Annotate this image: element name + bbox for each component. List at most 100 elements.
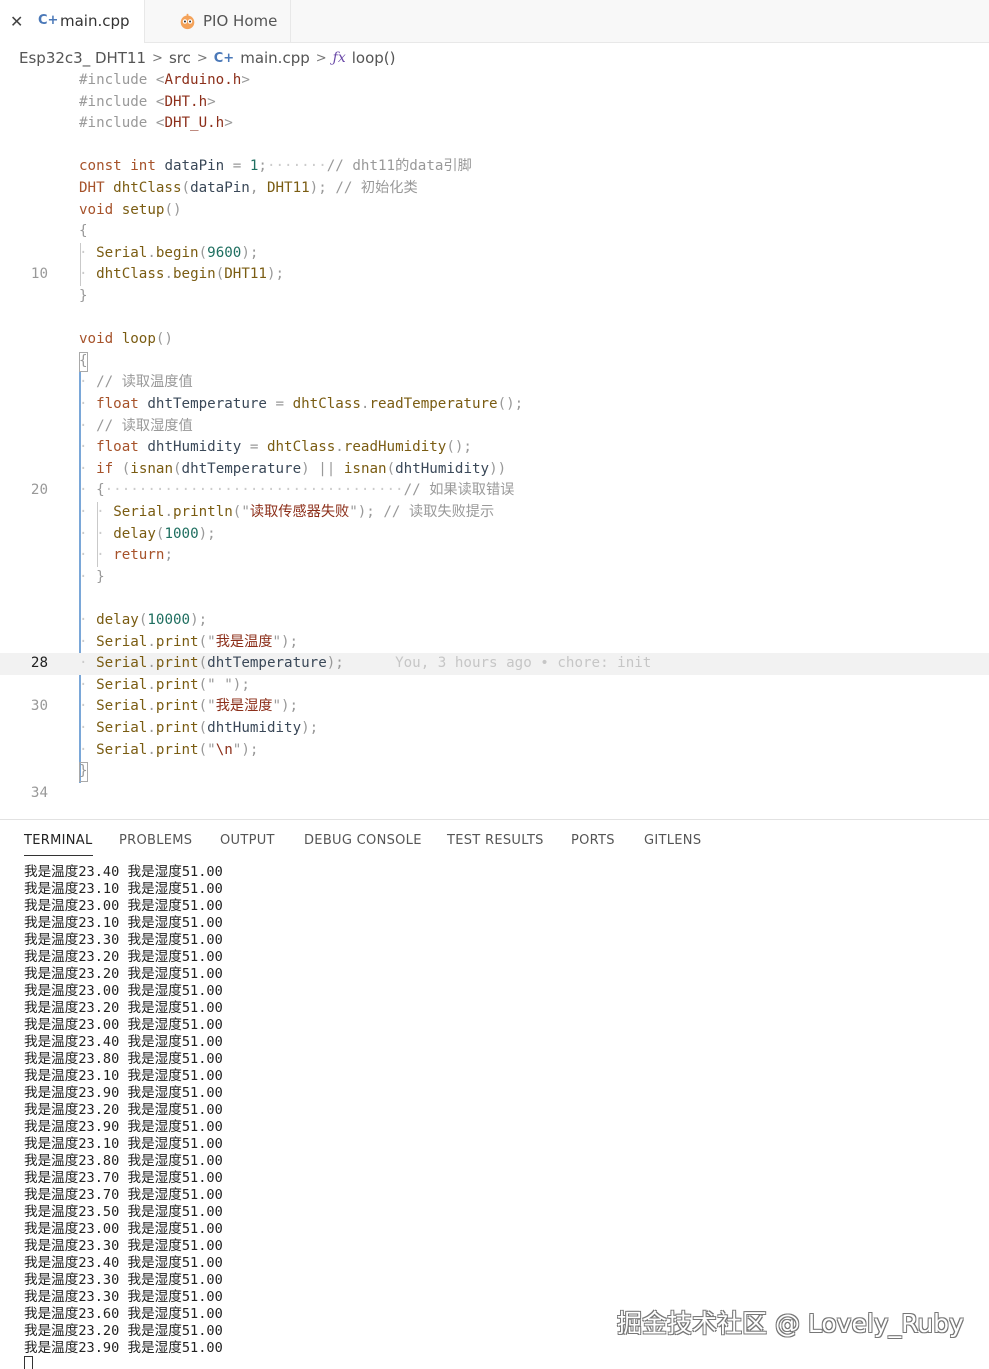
code-line[interactable]: 20 · {···································… (0, 480, 989, 502)
code-text: } (79, 763, 88, 780)
code-line[interactable]: · · Serial.println("读取传感器失败"); // 读取失败提示 (0, 502, 989, 524)
terminal-line: 我是温度23.40 我是湿度51.00 (24, 864, 223, 880)
code-text: · Serial.begin(9600); (79, 244, 259, 261)
code-line[interactable]: void setup() (0, 200, 989, 222)
code-line[interactable]: { (0, 221, 989, 243)
terminal-line: 我是温度23.10 我是湿度51.00 (24, 881, 223, 897)
code-line[interactable]: #include <DHT_U.h> (0, 113, 989, 135)
code-line[interactable]: 34 (0, 783, 989, 805)
code-line[interactable]: } (0, 286, 989, 308)
terminal-line: 我是温度23.30 我是湿度51.00 (24, 1272, 223, 1288)
cpp-file-icon: C+ (213, 50, 235, 66)
terminal-line: 我是温度23.70 我是湿度51.00 (24, 1170, 223, 1186)
code-line[interactable]: · Serial.print(" "); (0, 675, 989, 697)
code-text: { (79, 223, 88, 240)
panel-tab-bar: TERMINAL PROBLEMS OUTPUT DEBUG CONSOLE TEST … (0, 830, 989, 856)
tab-debug-console[interactable]: DEBUG CONSOLE (304, 833, 422, 848)
code-text: #include <Arduino.h> (79, 72, 250, 88)
terminal-line: 我是温度23.20 我是湿度51.00 (24, 966, 223, 982)
tab-problems[interactable]: PROBLEMS (119, 833, 192, 848)
code-line[interactable]: · · return; (0, 545, 989, 567)
terminal-line: 我是温度23.10 我是湿度51.00 (24, 1068, 223, 1084)
tab-gitlens[interactable]: GITLENS (644, 833, 701, 848)
code-text: #include <DHT_U.h> (79, 115, 233, 132)
code-line[interactable] (0, 135, 989, 157)
tab-output[interactable]: OUTPUT (220, 833, 275, 848)
breadcrumb-project[interactable]: Esp32c3_ DHT11 (19, 49, 146, 67)
code-text: DHT dhtClass(dataPin, DHT11); // 初始化类 (79, 180, 418, 196)
code-line[interactable]: { (0, 351, 989, 373)
code-editor[interactable]: #include <Arduino.h> #include <DHT.h> #inc… (0, 70, 989, 818)
terminal-line: 我是温度23.00 我是湿度51.00 (24, 898, 223, 914)
code-text: · // 读取湿度值 (79, 417, 193, 434)
code-line[interactable] (0, 588, 989, 610)
terminal-line: 我是温度23.40 我是湿度51.00 (24, 1034, 223, 1050)
terminal-cursor (24, 1356, 33, 1369)
terminal-line: 我是温度23.70 我是湿度51.00 (24, 1187, 223, 1203)
code-text: #include <DHT.h> (79, 93, 216, 110)
code-line[interactable]: · Serial.begin(9600); (0, 243, 989, 265)
code-line[interactable]: · // 读取湿度值 (0, 416, 989, 438)
chevron-right-icon: > (196, 50, 208, 66)
breadcrumb-folder[interactable]: src (169, 49, 191, 67)
code-line[interactable]: DHT dhtClass(dataPin, DHT11); // 初始化类 (0, 178, 989, 200)
tab-main-cpp[interactable]: ✕ C+ main.cpp (0, 0, 145, 43)
code-line[interactable]: 10 · dhtClass.begin(DHT11); (0, 264, 989, 286)
terminal-output[interactable]: 我是温度23.40 我是湿度51.00 我是温度23.10 我是湿度51.00 我是… (24, 864, 223, 1357)
code-line[interactable]: · delay(10000); (0, 610, 989, 632)
line-number: 28 (30, 655, 48, 672)
code-text: · Serial.print(" "); (79, 676, 250, 693)
breadcrumb: Esp32c3_ DHT11 > src > C+ main.cpp > ƒx … (19, 47, 395, 69)
terminal-line: 我是温度23.50 我是湿度51.00 (24, 1204, 223, 1220)
line-number: 34 (30, 784, 48, 801)
code-line[interactable]: · float dhtHumidity = dhtClass.readHumid… (0, 437, 989, 459)
terminal-line: 我是温度23.90 我是湿度51.00 (24, 1085, 223, 1101)
tab-ports[interactable]: PORTS (571, 833, 615, 848)
tab-label: PIO Home (203, 12, 278, 30)
code-line[interactable]: #include <Arduino.h> (0, 70, 989, 92)
code-line[interactable]: · } (0, 567, 989, 589)
breadcrumb-symbol[interactable]: loop() (352, 49, 396, 67)
code-text: · · Serial.println("读取传感器失败"); // 读取失败提示 (79, 504, 495, 520)
code-text: void loop() (79, 331, 173, 348)
code-line[interactable]: · · delay(1000); (0, 524, 989, 546)
code-text: { (79, 352, 88, 369)
code-line[interactable]: · Serial.print("我是温度"); (0, 632, 989, 654)
code-line[interactable]: · // 读取温度值 (0, 372, 989, 394)
terminal-line: 我是温度23.90 我是湿度51.00 (24, 1119, 223, 1135)
code-text: void setup() (79, 201, 182, 218)
code-line[interactable]: · float dhtTemperature = dhtClass.readTe… (0, 394, 989, 416)
watermark: 掘金技术社区 @ Lovely_Ruby (617, 1309, 964, 1338)
close-icon[interactable]: ✕ (10, 12, 23, 31)
code-text: · Serial.print(dhtHumidity); (79, 720, 319, 736)
code-line[interactable]: } (0, 761, 989, 783)
code-line[interactable]: #include <DHT.h> (0, 92, 989, 114)
terminal-line: 我是温度23.80 我是湿度51.00 (24, 1153, 223, 1169)
tab-terminal[interactable]: TERMINAL (24, 833, 93, 856)
tab-test-results[interactable]: TEST RESULTS (447, 833, 544, 848)
code-text: · // 读取温度值 (79, 374, 193, 391)
code-line[interactable]: · if (isnan(dhtTemperature) || isnan(dht… (0, 459, 989, 481)
line-number: 10 (30, 266, 48, 283)
breadcrumb-file[interactable]: main.cpp (240, 49, 310, 67)
code-text: const int dataPin = 1;·······// dht11的da… (79, 158, 472, 175)
code-text: · Serial.print(dhtTemperature); You, 3 h… (79, 655, 652, 672)
terminal-line: 我是温度23.30 我是湿度51.00 (24, 1289, 223, 1305)
chevron-right-icon: > (152, 50, 163, 66)
code-text: } (79, 288, 88, 304)
terminal-line: 我是温度23.20 我是湿度51.00 (24, 949, 223, 965)
tab-pio-home[interactable]: PIO Home (145, 0, 291, 42)
code-line[interactable]: const int dataPin = 1;·······// dht11的da… (0, 156, 989, 178)
terminal-line: 我是温度23.30 我是湿度51.00 (24, 932, 223, 948)
code-text: · if (isnan(dhtTemperature) || isnan(dht… (79, 460, 507, 477)
code-line[interactable]: 30 · Serial.print("我是湿度"); (0, 696, 989, 718)
code-line[interactable]: · Serial.print("\n"); (0, 740, 989, 762)
code-text: · float dhtHumidity = dhtClass.readHumid… (79, 439, 472, 456)
code-line[interactable]: 28 · Serial.print(dhtTemperature); You, 3… (0, 653, 989, 675)
terminal-line: 我是温度23.00 我是湿度51.00 (24, 983, 223, 999)
code-line[interactable]: · Serial.print(dhtHumidity); (0, 718, 989, 740)
terminal-line: 我是温度23.60 我是湿度51.00 (24, 1306, 223, 1322)
code-line[interactable] (0, 308, 989, 330)
code-line[interactable]: void loop() (0, 329, 989, 351)
git-blame-annotation: You, 3 hours ago • chore: init (343, 655, 652, 672)
